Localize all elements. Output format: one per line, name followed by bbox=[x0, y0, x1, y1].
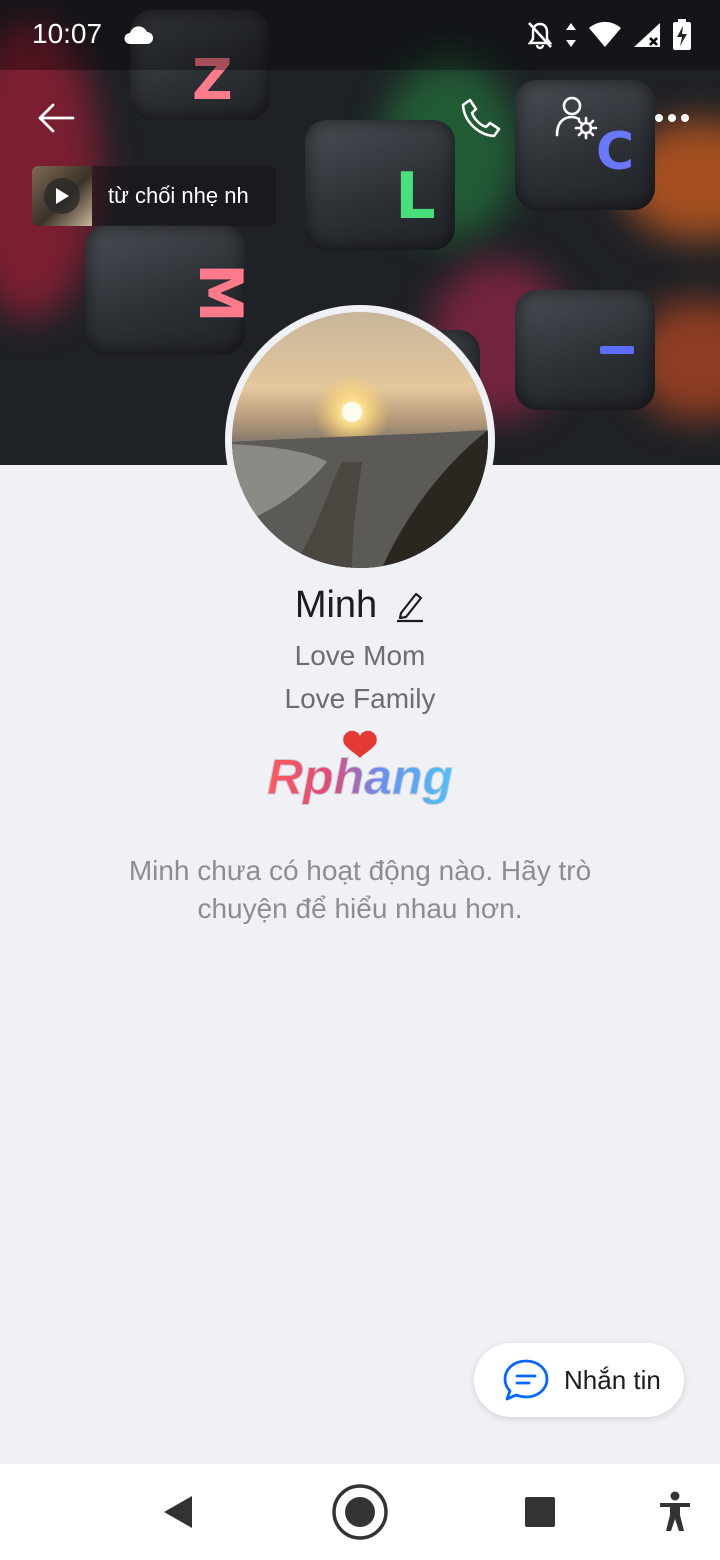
profile-music-chip[interactable]: từ chối nhẹ nh bbox=[32, 166, 276, 226]
avatar[interactable] bbox=[232, 312, 488, 568]
name-row: Minh bbox=[0, 584, 720, 627]
back-button[interactable] bbox=[30, 92, 82, 144]
bell-off-icon bbox=[527, 22, 553, 50]
wifi-icon bbox=[589, 21, 621, 47]
bio-brand-image: Rphang bbox=[266, 730, 454, 806]
user-settings-icon bbox=[555, 96, 598, 140]
data-arrows-icon bbox=[566, 23, 576, 47]
nav-home-icon bbox=[332, 1484, 388, 1540]
nav-back-button[interactable] bbox=[148, 1482, 208, 1542]
empty-activity-message: Minh chưa có hoạt động nào. Hãy trò chuy… bbox=[128, 855, 592, 924]
play-button[interactable] bbox=[44, 178, 80, 214]
profile-name: Minh bbox=[294, 584, 378, 626]
system-nav-bar bbox=[0, 1464, 720, 1560]
message-button[interactable]: Nhắn tin bbox=[474, 1343, 684, 1417]
more-icon bbox=[655, 114, 689, 122]
phone-icon bbox=[461, 98, 501, 138]
edit-icon[interactable] bbox=[395, 589, 425, 623]
brand-text: Rphang bbox=[267, 749, 453, 805]
accessibility-icon bbox=[660, 1491, 690, 1531]
back-arrow-icon bbox=[38, 103, 75, 133]
bio-line-2: Love Family bbox=[284, 683, 436, 714]
nav-recents-icon bbox=[525, 1497, 555, 1527]
signal-icon bbox=[634, 23, 660, 47]
play-icon bbox=[56, 188, 69, 204]
chat-bubble-icon bbox=[503, 1359, 549, 1401]
status-bar: 10:07 bbox=[0, 0, 720, 70]
battery-icon bbox=[673, 19, 691, 50]
avatar-frame[interactable] bbox=[225, 305, 495, 575]
nav-recents-button[interactable] bbox=[510, 1482, 570, 1542]
more-button[interactable] bbox=[646, 92, 698, 144]
bio-line-1: Love Mom bbox=[294, 640, 426, 671]
call-button[interactable] bbox=[455, 92, 507, 144]
nav-home-button[interactable] bbox=[330, 1482, 390, 1542]
music-thumbnail bbox=[32, 166, 92, 226]
cloud-icon bbox=[124, 26, 153, 44]
accessibility-button[interactable] bbox=[645, 1482, 705, 1542]
profile-settings-button[interactable] bbox=[550, 92, 602, 144]
status-time: 10:07 bbox=[32, 18, 103, 49]
music-title: từ chối nhẹ nh bbox=[108, 183, 249, 208]
nav-back-icon bbox=[164, 1496, 192, 1528]
message-button-label: Nhắn tin bbox=[564, 1364, 661, 1395]
